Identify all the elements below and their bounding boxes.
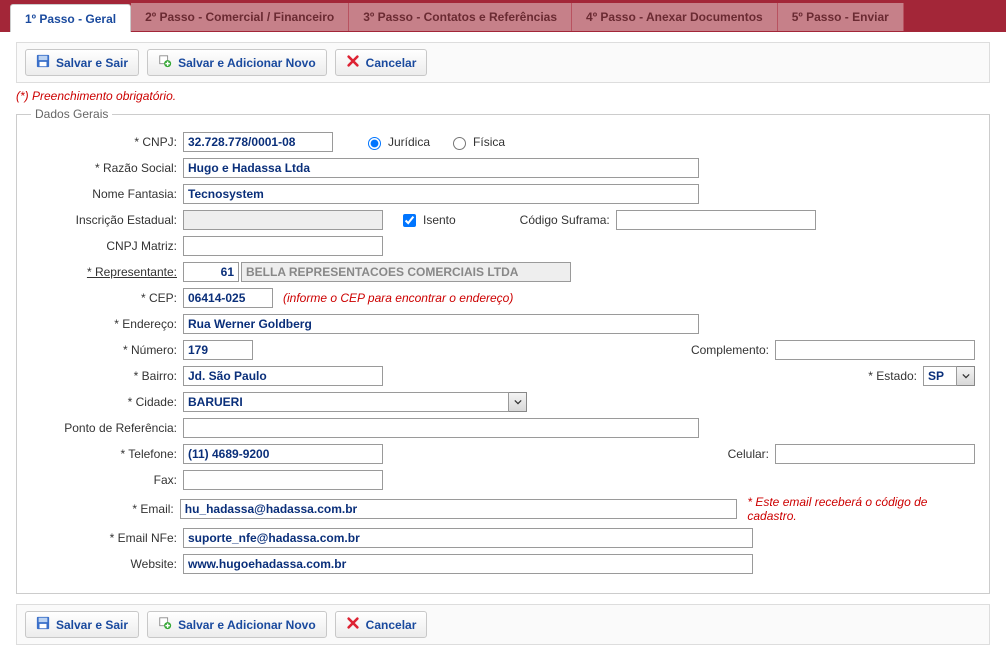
endereco-input[interactable] bbox=[183, 314, 699, 334]
tab-step-5[interactable]: 5º Passo - Enviar bbox=[778, 3, 904, 31]
razao-label: * Razão Social: bbox=[31, 161, 183, 175]
email-nfe-label: * Email NFe: bbox=[31, 531, 183, 545]
razao-input[interactable] bbox=[183, 158, 699, 178]
estado-label: * Estado: bbox=[848, 369, 923, 383]
representante-name-input bbox=[241, 262, 571, 282]
cancel-icon bbox=[346, 54, 360, 71]
cep-hint: (informe o CEP para encontrar o endereço… bbox=[283, 291, 513, 305]
save-add-button[interactable]: Salvar e Adicionar Novo bbox=[147, 49, 327, 76]
save-icon bbox=[36, 616, 50, 633]
numero-label: * Número: bbox=[31, 343, 183, 357]
bairro-input[interactable] bbox=[183, 366, 383, 386]
celular-input[interactable] bbox=[775, 444, 975, 464]
inscricao-label: Inscrição Estadual: bbox=[31, 213, 183, 227]
complemento-label: Complemento: bbox=[671, 343, 775, 357]
cidade-label: * Cidade: bbox=[31, 395, 183, 409]
cnpj-label: * CNPJ: bbox=[31, 135, 183, 149]
fantasia-label: Nome Fantasia: bbox=[31, 187, 183, 201]
toolbar-bottom: Salvar e Sair Salvar e Adicionar Novo Ca… bbox=[16, 604, 990, 645]
email-nfe-input[interactable] bbox=[183, 528, 753, 548]
complemento-input[interactable] bbox=[775, 340, 975, 360]
dados-gerais-group: Dados Gerais * CNPJ: Jurídica Física * R… bbox=[16, 107, 990, 594]
cancel-label: Cancelar bbox=[366, 618, 417, 632]
isento-checkbox[interactable] bbox=[403, 214, 416, 227]
cancel-icon bbox=[346, 616, 360, 633]
suframa-label: Código Suframa: bbox=[456, 213, 616, 227]
toolbar-top: Salvar e Sair Salvar e Adicionar Novo Ca… bbox=[16, 42, 990, 83]
chevron-down-icon[interactable] bbox=[509, 392, 527, 412]
add-icon bbox=[158, 616, 172, 633]
fax-label: Fax: bbox=[31, 473, 183, 487]
cep-input[interactable] bbox=[183, 288, 273, 308]
cidade-select[interactable] bbox=[183, 392, 509, 412]
save-icon bbox=[36, 54, 50, 71]
endereco-label: * Endereço: bbox=[31, 317, 183, 331]
telefone-label: * Telefone: bbox=[31, 447, 183, 461]
telefone-input[interactable] bbox=[183, 444, 383, 464]
website-input[interactable] bbox=[183, 554, 753, 574]
step-tabs: 1º Passo - Geral 2º Passo - Comercial / … bbox=[0, 0, 1006, 32]
fantasia-input[interactable] bbox=[183, 184, 699, 204]
cnpj-input[interactable] bbox=[183, 132, 333, 152]
fax-input[interactable] bbox=[183, 470, 383, 490]
pessoa-fisica-radio[interactable] bbox=[453, 137, 466, 150]
tab-step-2[interactable]: 2º Passo - Comercial / Financeiro bbox=[131, 3, 349, 31]
cancel-label: Cancelar bbox=[366, 56, 417, 70]
cnpj-matriz-input[interactable] bbox=[183, 236, 383, 256]
cancel-button[interactable]: Cancelar bbox=[335, 611, 428, 638]
cancel-button[interactable]: Cancelar bbox=[335, 49, 428, 76]
dados-gerais-legend: Dados Gerais bbox=[31, 107, 112, 121]
save-exit-label: Salvar e Sair bbox=[56, 56, 128, 70]
representante-code-input[interactable] bbox=[183, 262, 239, 282]
tab-step-3[interactable]: 3º Passo - Contatos e Referências bbox=[349, 3, 572, 31]
tab-step-1[interactable]: 1º Passo - Geral bbox=[10, 4, 131, 32]
cnpj-matriz-label: CNPJ Matriz: bbox=[31, 239, 183, 253]
email-hint: * Este email receberá o código de cadast… bbox=[737, 495, 975, 523]
estado-select[interactable] bbox=[923, 366, 957, 386]
ponto-ref-label: Ponto de Referência: bbox=[31, 421, 183, 435]
pessoa-juridica-label: Jurídica bbox=[388, 135, 430, 149]
bairro-label: * Bairro: bbox=[31, 369, 183, 383]
add-icon bbox=[158, 54, 172, 71]
save-exit-button[interactable]: Salvar e Sair bbox=[25, 49, 139, 76]
tab-step-4[interactable]: 4º Passo - Anexar Documentos bbox=[572, 3, 778, 31]
representante-label: * Representante: bbox=[31, 265, 183, 279]
pessoa-fisica-label: Física bbox=[473, 135, 505, 149]
email-input[interactable] bbox=[180, 499, 738, 519]
ponto-ref-input[interactable] bbox=[183, 418, 699, 438]
suframa-input[interactable] bbox=[616, 210, 816, 230]
numero-input[interactable] bbox=[183, 340, 253, 360]
save-exit-button[interactable]: Salvar e Sair bbox=[25, 611, 139, 638]
chevron-down-icon[interactable] bbox=[957, 366, 975, 386]
save-add-button[interactable]: Salvar e Adicionar Novo bbox=[147, 611, 327, 638]
pessoa-juridica-radio[interactable] bbox=[368, 137, 381, 150]
cep-label: * CEP: bbox=[31, 291, 183, 305]
save-exit-label: Salvar e Sair bbox=[56, 618, 128, 632]
website-label: Website: bbox=[31, 557, 183, 571]
required-note: (*) Preenchimento obrigatório. bbox=[16, 89, 990, 103]
celular-label: Celular: bbox=[708, 447, 775, 461]
isento-label: Isento bbox=[423, 213, 456, 227]
save-add-label: Salvar e Adicionar Novo bbox=[178, 618, 316, 632]
email-label: * Email: bbox=[31, 502, 180, 516]
inscricao-input[interactable] bbox=[183, 210, 383, 230]
save-add-label: Salvar e Adicionar Novo bbox=[178, 56, 316, 70]
